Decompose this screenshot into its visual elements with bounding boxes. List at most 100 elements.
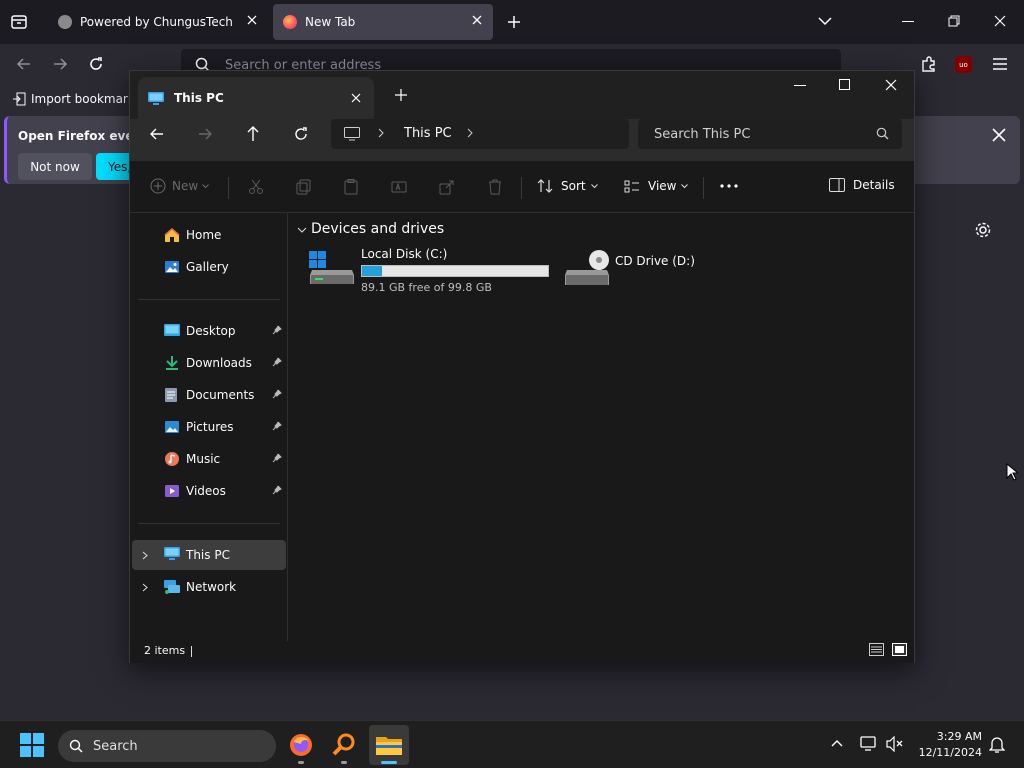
section-collapse-chevron-icon[interactable] (297, 227, 307, 233)
network-monitor-icon[interactable] (860, 736, 878, 752)
delete-icon[interactable] (487, 179, 503, 195)
nav-item-this-pc[interactable]: This PC (132, 540, 286, 570)
taskbar-search-label: Search (93, 738, 138, 754)
nav-item-music[interactable]: Music (132, 444, 286, 474)
firefox-tab-new-tab[interactable]: New Tab (273, 4, 493, 40)
restore-icon[interactable] (948, 15, 960, 27)
tab-favicon-icon (58, 15, 72, 29)
pin-icon[interactable] (272, 357, 282, 367)
pictures-icon (164, 419, 180, 435)
nav-item-desktop[interactable]: Desktop (132, 316, 286, 346)
nav-item-pictures[interactable]: Pictures (132, 412, 286, 442)
nav-label: Downloads (186, 356, 252, 370)
minimize-icon[interactable] (902, 21, 914, 23)
section-title[interactable]: Devices and drives (311, 221, 444, 237)
new-tab-plus-icon[interactable] (395, 89, 407, 101)
folder-icon (376, 734, 402, 756)
start-windows-icon[interactable] (20, 733, 44, 757)
show-hidden-icons-chevron-icon[interactable] (831, 739, 843, 747)
volume-muted-icon[interactable] (886, 736, 904, 752)
close-notification-icon[interactable] (992, 128, 1006, 142)
clock[interactable]: 3:29 AM 12/11/2024 (918, 729, 982, 761)
search-input[interactable]: Search This PC (638, 119, 902, 149)
nav-item-videos[interactable]: Videos (132, 476, 286, 506)
search-app-taskbar-icon[interactable] (332, 733, 356, 764)
breadcrumb-chevron-icon[interactable] (378, 128, 384, 138)
taskbar-search-box[interactable]: Search (58, 730, 276, 762)
more-options-icon[interactable] (720, 184, 738, 188)
paste-icon[interactable] (343, 179, 359, 195)
drive-item-d[interactable]: CD Drive (D:) (564, 249, 714, 297)
file-explorer-window: This PC This PC Search This PC New Sort … (129, 70, 915, 663)
nav-label: Videos (186, 484, 226, 498)
desktop-folder-icon (164, 323, 180, 337)
chevron-down-icon (590, 183, 598, 189)
breadcrumb[interactable]: This PC (331, 119, 629, 149)
breadcrumb-chevron-icon[interactable] (467, 128, 473, 138)
explorer-title-bar: This PC (130, 71, 914, 119)
nav-label: Documents (186, 388, 255, 402)
cut-icon[interactable] (248, 179, 264, 195)
chevron-down-icon (681, 183, 689, 189)
nav-item-downloads[interactable]: Downloads (132, 348, 286, 378)
close-window-icon[interactable] (994, 15, 1006, 27)
view-button[interactable]: View (624, 178, 689, 194)
tab-overview-icon[interactable] (10, 13, 28, 31)
not-now-label: Not now (30, 159, 80, 174)
notification-bell-icon[interactable] (989, 736, 1005, 754)
new-button[interactable]: New (150, 178, 210, 194)
close-tab-icon[interactable] (246, 14, 258, 26)
firefox-taskbar-icon[interactable] (289, 733, 313, 764)
share-icon[interactable] (439, 179, 455, 195)
nav-item-documents[interactable]: Documents (132, 380, 286, 410)
sort-button[interactable]: Sort (537, 178, 598, 194)
minimize-icon[interactable] (794, 85, 806, 87)
details-pane-button[interactable]: Details (829, 178, 895, 192)
breadcrumb-location[interactable]: This PC (404, 126, 452, 141)
up-arrow-icon[interactable] (246, 126, 260, 142)
nav-item-gallery[interactable]: Gallery (132, 252, 286, 282)
extensions-icon[interactable] (920, 55, 938, 73)
copy-icon[interactable] (296, 179, 312, 195)
status-divider (191, 646, 192, 657)
maximize-icon[interactable] (839, 79, 851, 91)
drive-item-c[interactable]: Local Disk (C:) 89.1 GB free of 99.8 GB (307, 247, 551, 297)
nav-item-home[interactable]: Home (132, 220, 286, 250)
explorer-tab-this-pc[interactable]: This PC (138, 77, 374, 119)
back-arrow-icon[interactable] (16, 56, 32, 72)
firefox-tab-chungustech[interactable]: Powered by ChungusTech (48, 4, 268, 40)
close-window-icon[interactable] (885, 79, 897, 91)
back-arrow-icon[interactable] (150, 127, 164, 141)
pin-icon[interactable] (272, 325, 282, 335)
close-tab-icon[interactable] (471, 14, 483, 26)
details-pane-icon (829, 178, 845, 192)
details-view-icon[interactable] (869, 643, 884, 656)
pin-icon[interactable] (272, 421, 282, 431)
expand-chevron-icon[interactable] (142, 551, 148, 560)
large-icons-view-icon[interactable] (892, 643, 907, 656)
list-all-tabs-chevron-icon[interactable] (818, 16, 832, 26)
rename-icon[interactable] (391, 179, 407, 195)
pin-icon[interactable] (272, 389, 282, 399)
refresh-icon[interactable] (294, 127, 308, 141)
hamburger-menu-icon[interactable] (992, 57, 1008, 71)
reload-icon[interactable] (88, 56, 104, 72)
nav-item-network[interactable]: Network (132, 572, 286, 602)
file-explorer-taskbar-button[interactable] (369, 725, 409, 765)
expand-chevron-icon[interactable] (142, 583, 148, 592)
forward-arrow-icon[interactable] (52, 56, 68, 72)
pin-icon[interactable] (272, 453, 282, 463)
import-bookmarks-button[interactable]: Import bookmarks (12, 92, 141, 106)
search-icon (69, 739, 83, 753)
new-tab-plus-icon[interactable] (507, 15, 521, 29)
ublock-origin-icon[interactable]: uo (955, 56, 972, 73)
close-tab-icon[interactable] (351, 93, 361, 103)
status-bar: 2 items (130, 641, 914, 663)
view-label: View (648, 179, 677, 193)
item-count: 2 items (144, 644, 186, 657)
navigation-pane: Home Gallery Desktop Downloads Documents… (130, 213, 288, 641)
forward-arrow-icon[interactable] (198, 127, 212, 141)
not-now-button[interactable]: Not now (18, 153, 92, 180)
gear-icon[interactable] (974, 221, 992, 239)
pin-icon[interactable] (272, 485, 282, 495)
